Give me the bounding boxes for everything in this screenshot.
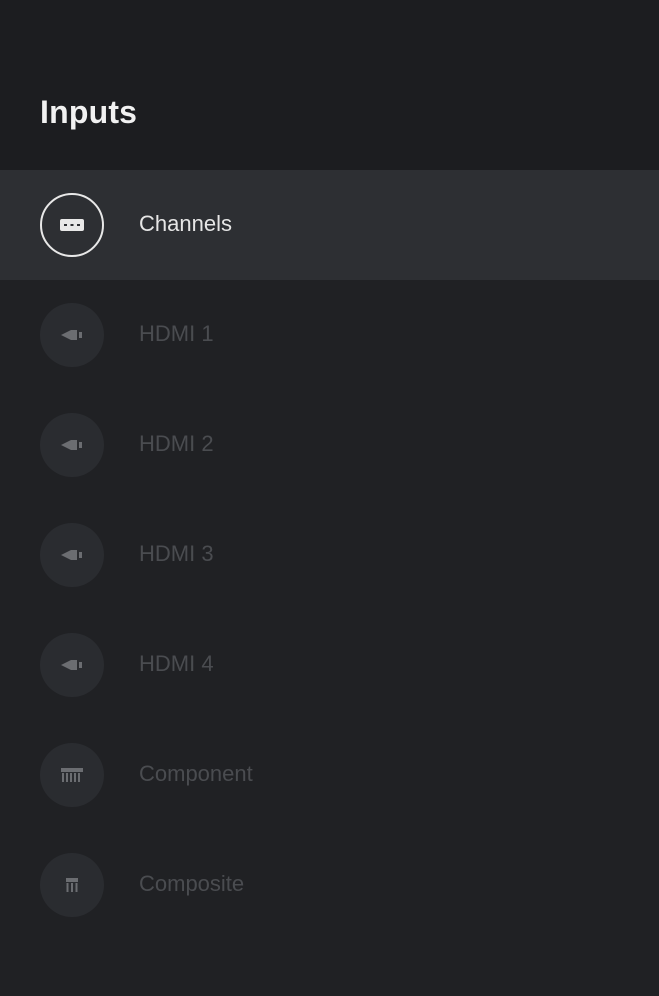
input-item-hdmi-2[interactable]: HDMI 2: [0, 390, 659, 500]
header: Inputs: [0, 0, 659, 170]
input-label: Channels: [139, 211, 232, 236]
inputs-screen: Inputs Channels HDMI 1 HDMI 2 HDMI 3 HDM…: [0, 0, 659, 996]
input-label: Composite: [139, 871, 245, 896]
hdmi-icon: [40, 303, 104, 367]
inputs-list: Channels HDMI 1 HDMI 2 HDMI 3 HDMI 4 Com…: [0, 170, 659, 940]
input-label: Component: [139, 761, 253, 786]
page-title: Inputs: [40, 94, 138, 130]
hdmi-icon: [40, 633, 104, 697]
input-label: HDMI 3: [139, 541, 214, 566]
input-item-hdmi-4[interactable]: HDMI 4: [0, 610, 659, 720]
input-item-composite[interactable]: Composite: [0, 830, 659, 940]
input-item-component[interactable]: Component: [0, 720, 659, 830]
hdmi-icon: [40, 523, 104, 587]
input-label: HDMI 1: [139, 321, 214, 346]
input-item-channels[interactable]: Channels: [0, 170, 659, 280]
component-icon: [40, 743, 104, 807]
tv-channels-icon: [40, 193, 104, 257]
input-item-hdmi-3[interactable]: HDMI 3: [0, 500, 659, 610]
hdmi-icon: [40, 413, 104, 477]
input-item-hdmi-1[interactable]: HDMI 1: [0, 280, 659, 390]
input-label: HDMI 2: [139, 431, 214, 456]
input-label: HDMI 4: [139, 651, 214, 676]
composite-icon: [40, 853, 104, 917]
